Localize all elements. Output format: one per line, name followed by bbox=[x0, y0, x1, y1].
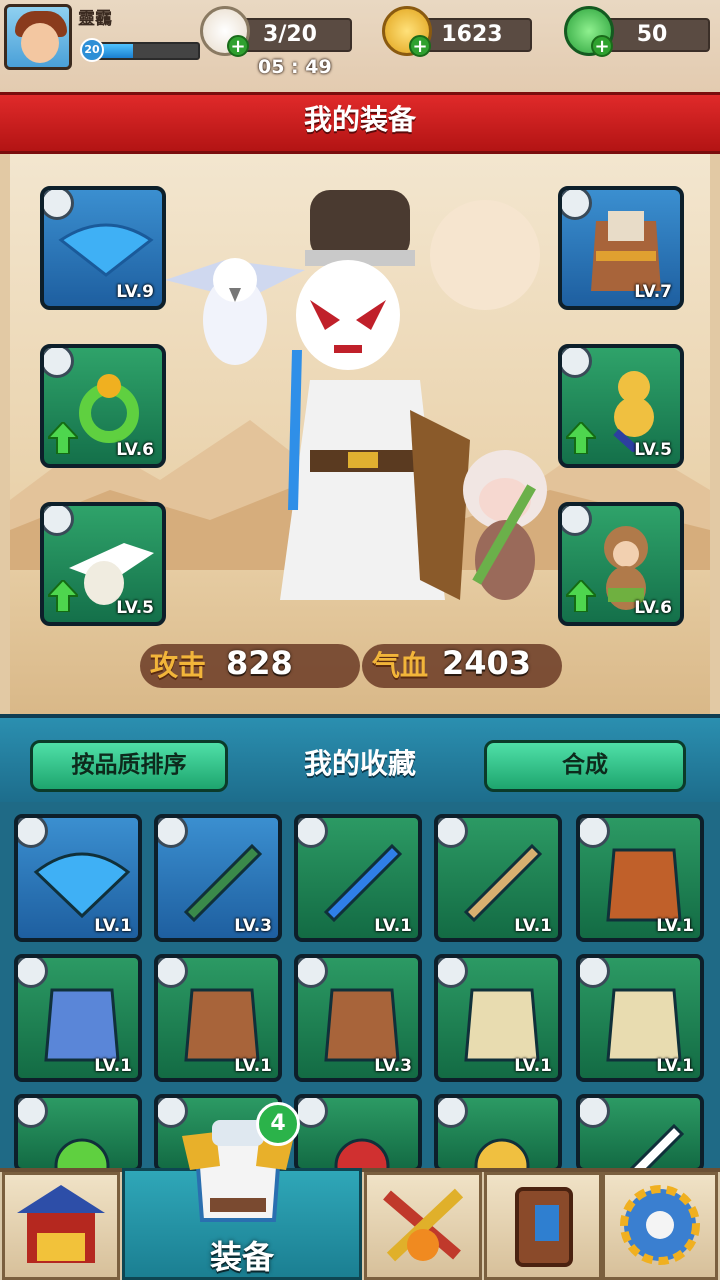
collection-item[interactable]: LV.3 bbox=[154, 814, 282, 942]
nav-settings-button[interactable] bbox=[602, 1172, 718, 1280]
item-level: LV.1 bbox=[374, 916, 412, 936]
slot-level: LV.5 bbox=[634, 440, 672, 460]
horn-weapon-icon bbox=[463, 843, 543, 923]
gold-leaf-icon: + bbox=[382, 6, 432, 57]
upgrade-arrow-icon bbox=[48, 422, 78, 454]
crossed-weapons-icon bbox=[383, 1188, 464, 1262]
collection-item[interactable] bbox=[576, 1094, 704, 1172]
collection-item[interactable] bbox=[294, 1094, 422, 1172]
collection-item[interactable]: LV.1 bbox=[434, 954, 562, 1082]
gourd-charm-icon bbox=[613, 371, 654, 452]
hp-label: 气血 bbox=[372, 649, 429, 682]
slot-level: LV.5 bbox=[116, 598, 154, 618]
monkey-pet bbox=[463, 450, 547, 600]
ring-icon bbox=[562, 348, 592, 378]
collection-item[interactable] bbox=[434, 1094, 562, 1172]
upgrade-arrow-icon bbox=[48, 580, 78, 612]
collection-item[interactable]: LV.1 bbox=[14, 954, 142, 1082]
collection-item[interactable]: LV.1 bbox=[14, 814, 142, 942]
owl-pet-icon bbox=[629, 1123, 685, 1168]
blue-sword-weapon-icon bbox=[323, 843, 403, 923]
jade-leaf-icon: + bbox=[564, 6, 614, 57]
book-icon bbox=[515, 1187, 573, 1267]
slot-level: LV.9 bbox=[116, 282, 154, 302]
player-name: 靈靏 bbox=[78, 9, 112, 29]
jade-ring-accessory-icon bbox=[54, 1138, 110, 1168]
nav-equipment-label: 装备 bbox=[209, 1238, 274, 1276]
stamina-timer: 05 : 49 bbox=[258, 56, 332, 78]
nav-battle-button[interactable] bbox=[364, 1172, 482, 1280]
sort-by-quality-button[interactable]: 按品质排序 bbox=[30, 740, 228, 792]
equip-slot-weapon[interactable]: LV.9 bbox=[40, 186, 166, 310]
gourd-charm-accessory-icon bbox=[474, 1138, 530, 1168]
equip-slot-accessory[interactable]: LV.6 bbox=[40, 344, 166, 468]
jade-ring-icon bbox=[79, 374, 139, 443]
collection-item[interactable] bbox=[14, 1094, 142, 1172]
xp-bar bbox=[96, 42, 200, 60]
collection-item[interactable]: LV.1 bbox=[154, 954, 282, 1082]
add-stamina-button[interactable]: + bbox=[227, 35, 249, 57]
brown-robe-armor-icon bbox=[184, 988, 260, 1062]
crossbow-weapon-icon bbox=[183, 843, 263, 923]
treasure-house-icon bbox=[17, 1185, 105, 1263]
attack-value: 828 bbox=[226, 644, 293, 682]
add-gold-button[interactable]: + bbox=[409, 35, 431, 57]
item-level: LV.1 bbox=[94, 916, 132, 936]
brown-robe-armor-icon bbox=[324, 988, 400, 1062]
item-level: LV.1 bbox=[514, 1056, 552, 1076]
item-level: LV.1 bbox=[234, 1056, 272, 1076]
eagle-pet bbox=[165, 258, 305, 365]
cream-robe-armor-icon bbox=[606, 988, 682, 1062]
hp-value: 2403 bbox=[442, 644, 532, 682]
gear-icon bbox=[620, 1185, 700, 1265]
merge-button[interactable]: 合成 bbox=[484, 740, 686, 792]
add-jade-button[interactable]: + bbox=[591, 35, 613, 57]
item-level: LV.1 bbox=[94, 1056, 132, 1076]
player-level-badge: 20 bbox=[80, 38, 104, 62]
item-level: LV.3 bbox=[234, 916, 272, 936]
item-level: LV.1 bbox=[514, 916, 552, 936]
orange-cloak-armor-icon bbox=[606, 848, 682, 922]
collection-title: 我的收藏 bbox=[303, 747, 416, 780]
upgrade-arrow-icon bbox=[566, 422, 596, 454]
fan-weapon-icon bbox=[58, 223, 154, 277]
sword-icon bbox=[44, 190, 74, 220]
nav-shop-button[interactable] bbox=[2, 1172, 120, 1280]
collection-item[interactable]: LV.3 bbox=[294, 954, 422, 1082]
equip-slot-pet[interactable]: LV.5 bbox=[40, 502, 166, 626]
fan-weapon-icon bbox=[33, 852, 131, 919]
phoenix-charm-accessory-icon bbox=[334, 1138, 390, 1168]
equip-slot-pet-2[interactable]: LV.6 bbox=[558, 502, 684, 626]
collection-item[interactable]: LV.1 bbox=[434, 814, 562, 942]
bun-icon: + bbox=[200, 6, 250, 57]
slot-level: LV.7 bbox=[634, 282, 672, 302]
equipment-count-badge: 4 bbox=[256, 1102, 300, 1146]
collection-item[interactable]: LV.1 bbox=[576, 814, 704, 942]
equip-slot-charm[interactable]: LV.5 bbox=[558, 344, 684, 468]
slot-level: LV.6 bbox=[116, 440, 154, 460]
page-title: 我的装备 bbox=[303, 103, 416, 136]
ring-icon bbox=[44, 348, 74, 378]
slot-level: LV.6 bbox=[634, 598, 672, 618]
cream-robe-armor-icon bbox=[464, 988, 540, 1062]
nav-book-button[interactable] bbox=[484, 1172, 602, 1280]
equip-slot-armor[interactable]: LV.7 bbox=[558, 186, 684, 310]
item-level: LV.1 bbox=[656, 916, 694, 936]
collection-item[interactable]: LV.1 bbox=[576, 954, 704, 1082]
upgrade-arrow-icon bbox=[566, 580, 596, 612]
collection-item[interactable]: LV.1 bbox=[294, 814, 422, 942]
blue-fur-robe-armor-icon bbox=[44, 988, 120, 1062]
attack-label: 攻击 bbox=[150, 649, 207, 682]
player-avatar[interactable] bbox=[4, 4, 72, 70]
item-level: LV.3 bbox=[374, 1056, 412, 1076]
item-level: LV.1 bbox=[656, 1056, 694, 1076]
